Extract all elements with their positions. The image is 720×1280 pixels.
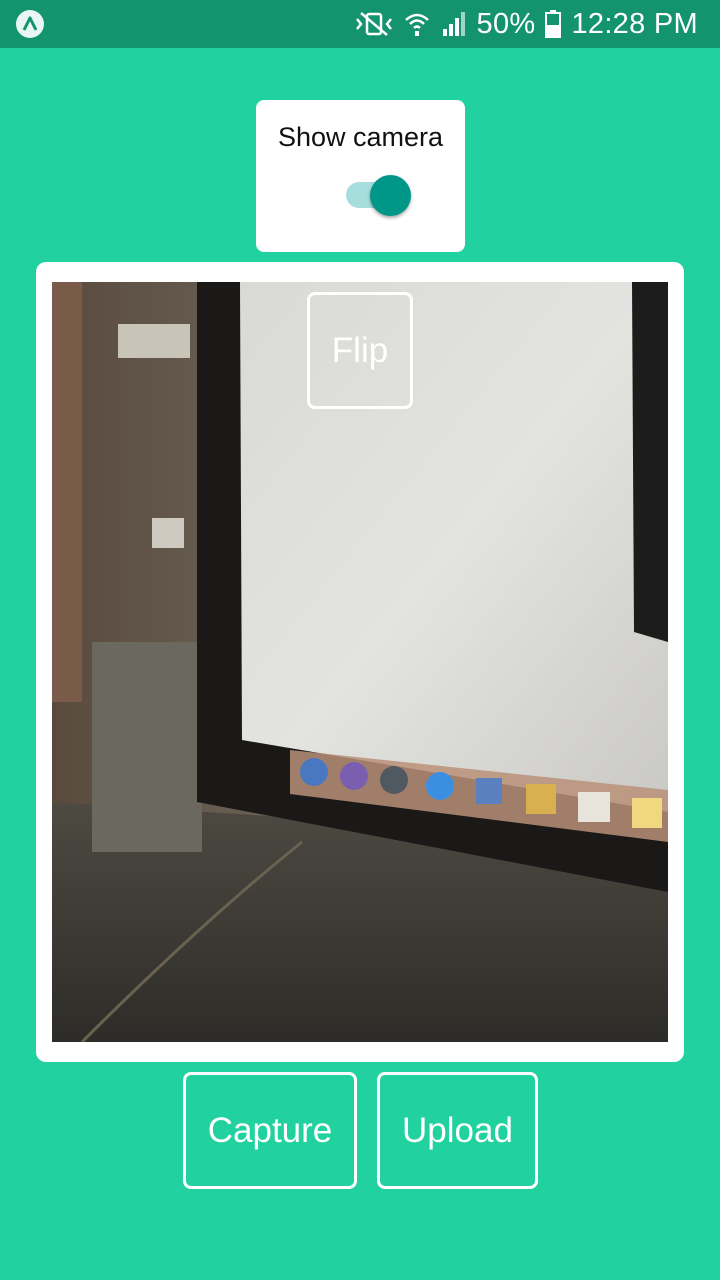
show-camera-label: Show camera	[277, 122, 444, 152]
clock: 12:28 PM	[571, 7, 698, 40]
show-camera-switch[interactable]	[370, 175, 411, 216]
flip-camera-button[interactable]: Flip	[307, 292, 413, 409]
upload-button[interactable]: Upload	[377, 1072, 538, 1189]
status-bar: 50% 12:28 PM	[0, 0, 720, 48]
expo-icon	[16, 10, 44, 38]
capture-button[interactable]: Capture	[183, 1072, 357, 1189]
wifi-icon	[403, 10, 431, 38]
battery-percentage: 50%	[476, 7, 536, 40]
show-camera-card: Show camera	[256, 100, 465, 252]
battery-icon	[545, 10, 562, 38]
vibrate-mute-icon	[355, 11, 393, 37]
signal-icon	[441, 11, 467, 37]
